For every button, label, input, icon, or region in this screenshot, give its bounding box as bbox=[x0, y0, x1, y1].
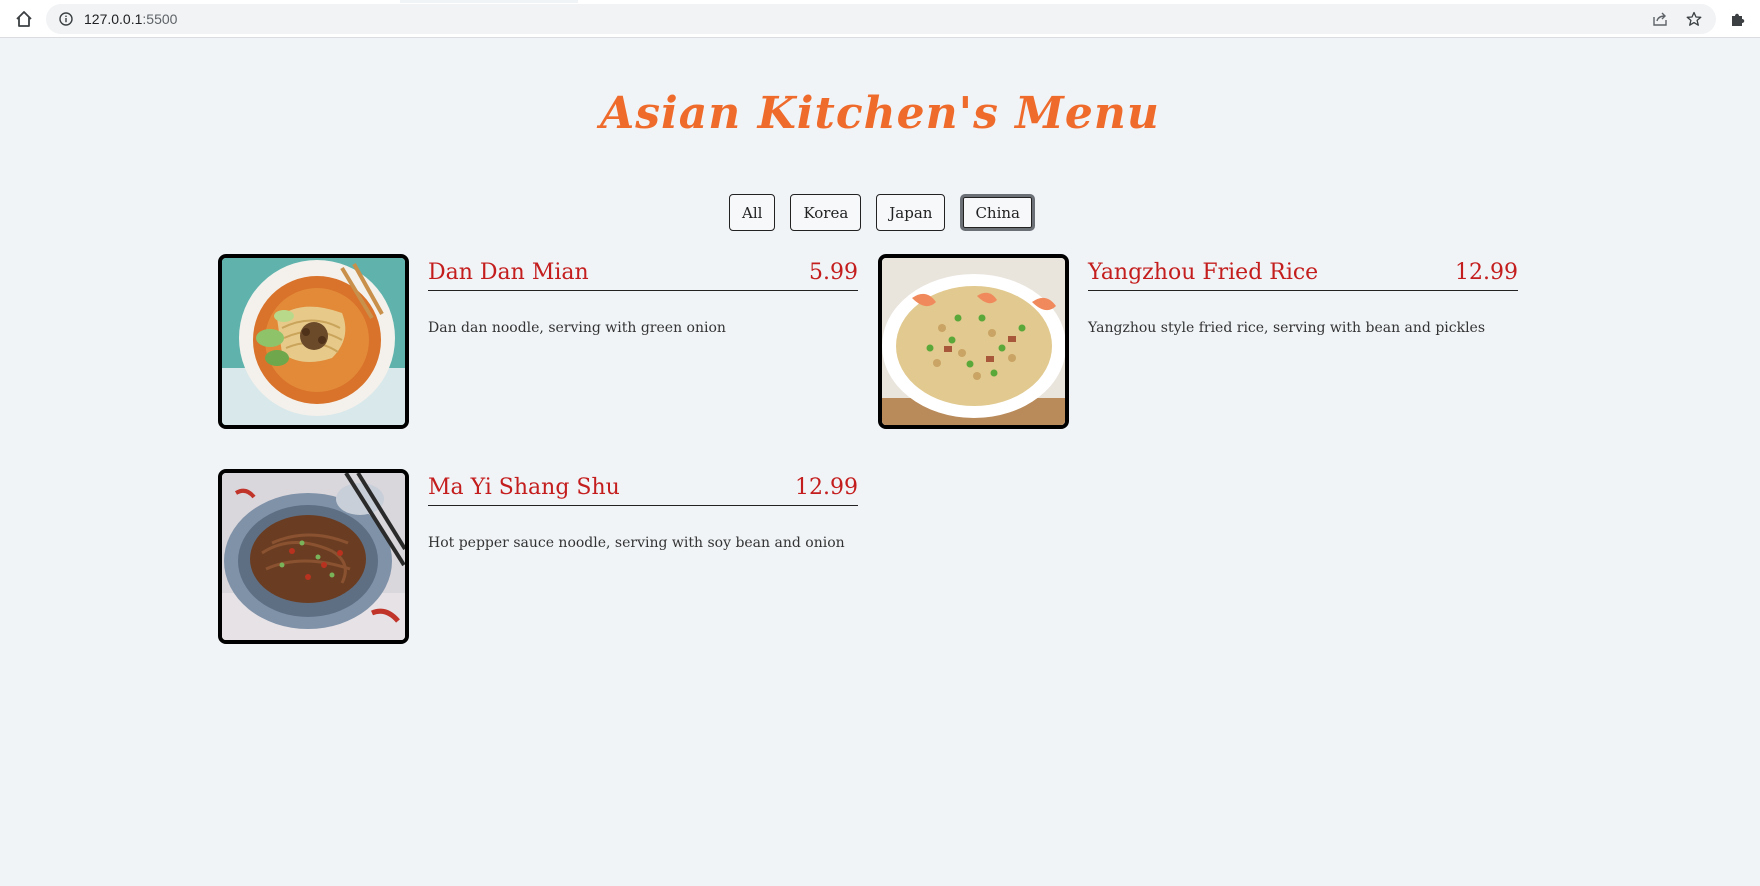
dish-price: 12.99 bbox=[1455, 260, 1518, 285]
url-host: 127.0.0.1 bbox=[84, 10, 143, 27]
puzzle-icon[interactable] bbox=[1724, 5, 1752, 33]
dish-info: Ma Yi Shang Shu 12.99 Hot pepper sauce n… bbox=[428, 469, 858, 554]
category-filter-bar: All Korea Japan China bbox=[729, 194, 1035, 231]
active-tab-indicator bbox=[400, 0, 578, 3]
menu-item: Dan Dan Mian 5.99 Dan dan noodle, servin… bbox=[218, 254, 858, 429]
dish-info: Dan Dan Mian 5.99 Dan dan noodle, servin… bbox=[428, 254, 858, 339]
dish-header: Yangzhou Fried Rice 12.99 bbox=[1088, 254, 1518, 291]
dish-name: Yangzhou Fried Rice bbox=[1088, 260, 1319, 285]
browser-toolbar: 127.0.0.1:5500 bbox=[0, 0, 1760, 38]
dish-name: Ma Yi Shang Shu bbox=[428, 475, 620, 500]
filter-japan-button[interactable]: Japan bbox=[876, 194, 946, 231]
share-icon[interactable] bbox=[1650, 9, 1670, 29]
info-icon[interactable] bbox=[58, 11, 74, 27]
pepper-noodle-photo bbox=[218, 469, 409, 644]
url-text[interactable]: 127.0.0.1:5500 bbox=[84, 11, 1650, 27]
home-icon[interactable] bbox=[11, 6, 37, 32]
url-port: :5500 bbox=[142, 10, 178, 27]
dan-dan-noodle-photo bbox=[218, 254, 409, 429]
filter-korea-button[interactable]: Korea bbox=[790, 194, 862, 231]
dish-info: Yangzhou Fried Rice 12.99 Yangzhou style… bbox=[1088, 254, 1518, 339]
dish-price: 12.99 bbox=[795, 475, 858, 500]
filter-china-button[interactable]: China bbox=[960, 194, 1035, 231]
menu-page: Asian Kitchen's Menu All Korea Japan Chi… bbox=[0, 38, 1760, 886]
dish-price: 5.99 bbox=[809, 260, 858, 285]
menu-item: Ma Yi Shang Shu 12.99 Hot pepper sauce n… bbox=[218, 469, 858, 644]
menu-item: Yangzhou Fried Rice 12.99 Yangzhou style… bbox=[878, 254, 1518, 429]
address-bar[interactable]: 127.0.0.1:5500 bbox=[46, 3, 1716, 34]
dish-name: Dan Dan Mian bbox=[428, 260, 589, 285]
dish-header: Ma Yi Shang Shu 12.99 bbox=[428, 469, 858, 506]
dish-header: Dan Dan Mian 5.99 bbox=[428, 254, 858, 291]
fried-rice-photo bbox=[878, 254, 1069, 429]
dish-description: Hot pepper sauce noodle, serving with so… bbox=[428, 535, 845, 551]
dish-description: Yangzhou style fried rice, serving with … bbox=[1088, 320, 1486, 336]
filter-all-button[interactable]: All bbox=[729, 194, 776, 231]
dish-description: Dan dan noodle, serving with green onion bbox=[428, 320, 726, 336]
page-title: Asian Kitchen's Menu bbox=[600, 88, 1160, 139]
star-icon[interactable] bbox=[1684, 9, 1704, 29]
